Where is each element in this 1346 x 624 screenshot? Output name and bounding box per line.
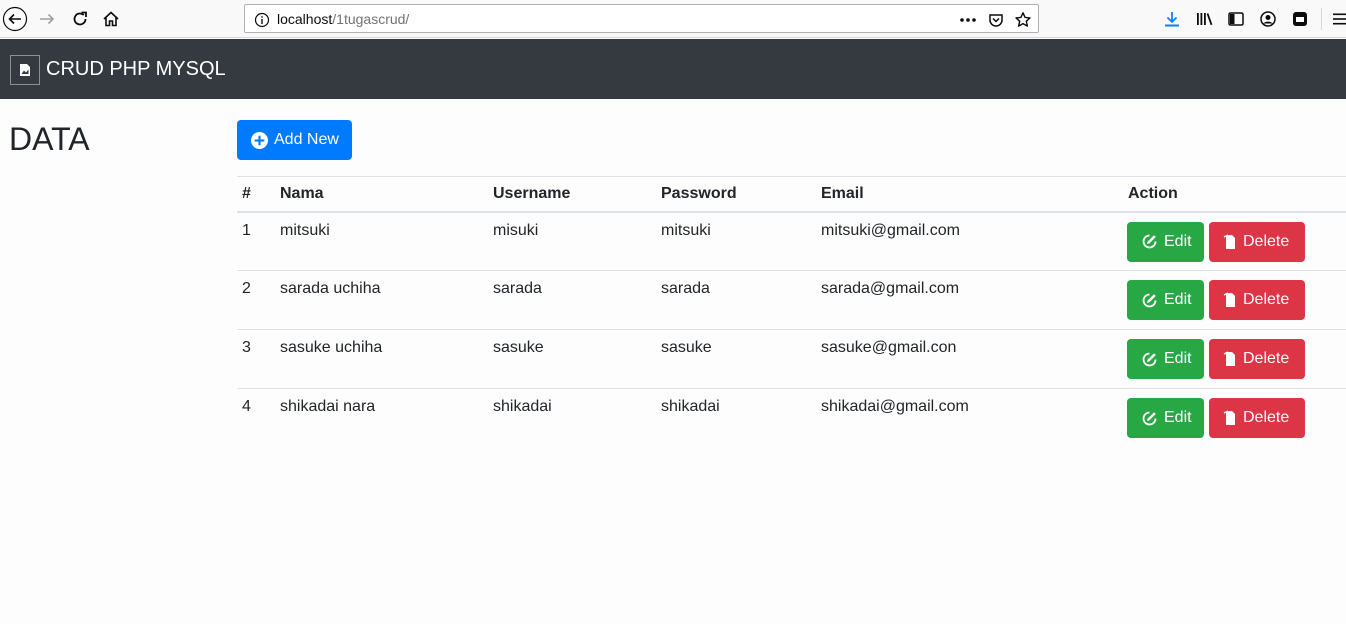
reload-icon: [73, 11, 87, 26]
home-button[interactable]: [97, 5, 125, 33]
cell-password: sasuke: [661, 339, 712, 356]
edit-button[interactable]: Edit: [1127, 221, 1204, 262]
cell-password: mitsuki: [661, 221, 711, 239]
library-icon[interactable]: [1195, 9, 1215, 29]
edit-label: Edit: [1164, 232, 1192, 250]
back-arrow-icon: [2, 6, 28, 32]
edit-icon: [1142, 352, 1157, 366]
delete-label: Delete: [1243, 232, 1290, 250]
data-table: # Nama Username Password Email Action 1 …: [237, 176, 1346, 448]
back-button[interactable]: [1, 5, 29, 33]
forward-button[interactable]: [33, 5, 61, 33]
brand-title[interactable]: CRUD PHP MYSQL: [46, 58, 226, 81]
trash-icon: [1223, 351, 1235, 366]
cell-action: Edit Delete: [1123, 389, 1346, 448]
url-host: localhost: [277, 11, 333, 27]
edit-label: Edit: [1164, 350, 1192, 367]
delete-label: Delete: [1243, 409, 1290, 426]
edit-button[interactable]: Edit: [1127, 339, 1204, 379]
page-title: DATA: [9, 121, 90, 157]
cell-email: mitsuki@gmail.com: [821, 221, 960, 239]
cell-nama: mitsuki: [280, 221, 330, 239]
cell-password: shikadai: [661, 398, 720, 415]
navbar: CRUD PHP MYSQL: [0, 39, 1346, 99]
delete-button[interactable]: Delete: [1209, 398, 1305, 438]
delete-button[interactable]: Delete: [1209, 280, 1305, 320]
edit-button[interactable]: Edit: [1127, 280, 1204, 320]
cell-nama: sasuke uchiha: [280, 339, 383, 356]
home-icon: [103, 11, 119, 27]
url-text: localhost/1tugascrud/: [277, 11, 409, 27]
table-row: 3 sasuke uchiha sasuke sasuke sasuke@gma…: [237, 330, 1346, 389]
page-actions-icon[interactable]: [959, 11, 977, 29]
bookmark-star-icon[interactable]: [1014, 11, 1032, 29]
browser-toolbar: localhost/1tugascrud/: [0, 0, 1346, 38]
info-icon[interactable]: [253, 11, 271, 29]
cell-username: sarada: [493, 280, 542, 297]
cell-email: shikadai@gmail.com: [821, 398, 969, 415]
cell-no: 4: [242, 398, 251, 415]
cell-password: sarada: [661, 280, 710, 297]
download-icon[interactable]: [1162, 9, 1182, 29]
header-password: Password: [661, 184, 737, 202]
sidebar-icon[interactable]: [1226, 9, 1246, 29]
menu-icon[interactable]: [1330, 9, 1346, 29]
trash-icon: [1223, 410, 1235, 425]
cell-username: misuki: [493, 221, 539, 239]
delete-button[interactable]: Delete: [1209, 221, 1305, 262]
edit-icon: [1142, 234, 1157, 249]
trash-icon: [1223, 233, 1235, 249]
cell-no: 1: [242, 221, 251, 239]
header-email: Email: [821, 184, 864, 202]
trash-icon: [1223, 292, 1235, 307]
cell-no: 3: [242, 339, 251, 356]
add-new-label: Add New: [274, 131, 339, 148]
cell-email: sarada@gmail.com: [821, 280, 960, 297]
delete-button[interactable]: Delete: [1209, 339, 1305, 379]
toolbar-divider: [1321, 8, 1322, 30]
delete-label: Delete: [1243, 291, 1290, 308]
edit-label: Edit: [1164, 409, 1192, 426]
cell-action: Edit Delete: [1123, 271, 1346, 330]
brand-logo-icon[interactable]: [10, 55, 40, 85]
cell-no: 2: [242, 280, 251, 297]
table-row: 1 mitsuki misuki mitsuki mitsuki@gmail.c…: [237, 212, 1346, 271]
table-row: 4 shikadai nara shikadai shikadai shikad…: [237, 389, 1346, 448]
header-username: Username: [493, 184, 571, 202]
reload-button[interactable]: [66, 5, 94, 33]
header-action: Action: [1128, 184, 1178, 202]
delete-label: Delete: [1243, 350, 1290, 367]
cell-nama: sarada uchiha: [280, 280, 381, 297]
cell-email: sasuke@gmail.con: [821, 339, 957, 356]
account-icon[interactable]: [1258, 9, 1278, 29]
edit-button[interactable]: Edit: [1127, 398, 1204, 438]
add-new-button[interactable]: Add New: [237, 120, 352, 160]
cell-username: sasuke: [493, 339, 544, 356]
header-nama: Nama: [280, 184, 324, 202]
header-no: #: [242, 184, 251, 202]
url-path: /1tugascrud/: [332, 11, 410, 27]
edit-icon: [1142, 293, 1157, 307]
table-header-row: # Nama Username Password Email Action: [237, 176, 1346, 212]
edit-label: Edit: [1164, 291, 1192, 308]
cell-action: Edit Delete: [1123, 212, 1346, 271]
table-row: 2 sarada uchiha sarada sarada sarada@gma…: [237, 271, 1346, 330]
extension-icon[interactable]: [1290, 9, 1310, 29]
pocket-icon[interactable]: [987, 11, 1005, 29]
cell-username: shikadai: [493, 398, 552, 415]
forward-arrow-icon: [40, 13, 55, 25]
cell-nama: shikadai nara: [280, 398, 376, 415]
plus-circle-icon: [251, 131, 268, 149]
edit-icon: [1142, 411, 1157, 425]
url-bar[interactable]: localhost/1tugascrud/: [244, 4, 1039, 33]
cell-action: Edit Delete: [1123, 330, 1346, 389]
